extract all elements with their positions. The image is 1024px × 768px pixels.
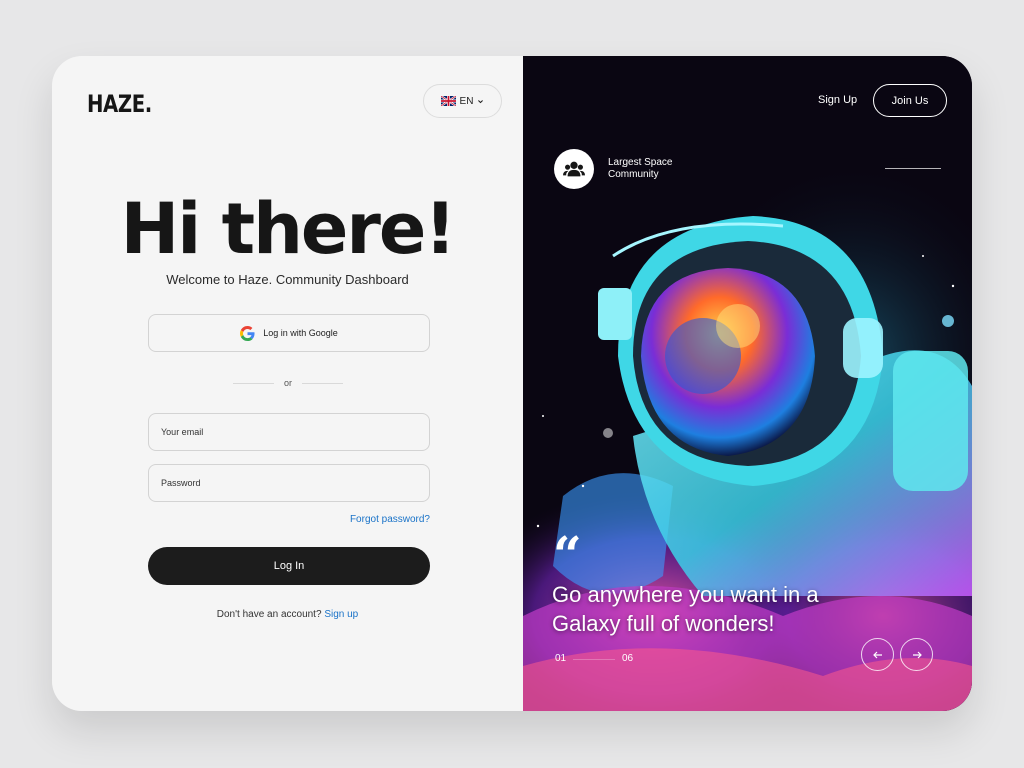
page-total: 06 bbox=[622, 653, 634, 664]
google-icon bbox=[240, 325, 255, 341]
page-progress-track bbox=[573, 659, 615, 660]
join-us-button[interactable]: Join Us bbox=[873, 84, 947, 117]
page-subtitle: Welcome to Haze. Community Dashboard bbox=[166, 272, 409, 287]
login-card: HAZE. EN Hi there! Welcome to Haze. Comm… bbox=[52, 56, 972, 711]
hero-panel: Sign Up Join Us Largest Space Community … bbox=[523, 56, 972, 711]
page-title: Hi there! bbox=[120, 188, 457, 270]
prev-slide-button[interactable] bbox=[861, 638, 894, 671]
language-selector[interactable]: EN bbox=[423, 84, 502, 118]
forgot-password-link[interactable]: Forgot password? bbox=[350, 514, 430, 525]
google-login-button[interactable]: Log in with Google bbox=[148, 314, 430, 352]
arrow-right-icon bbox=[912, 651, 922, 658]
email-field[interactable] bbox=[148, 413, 430, 451]
uk-flag-icon bbox=[440, 96, 456, 106]
slide-indicator-line bbox=[885, 168, 941, 169]
chevron-down-icon bbox=[478, 99, 484, 103]
users-icon bbox=[563, 161, 585, 177]
divider-line bbox=[302, 382, 344, 384]
arrow-left-icon bbox=[872, 651, 882, 658]
login-button[interactable]: Log In bbox=[148, 547, 430, 585]
quote-mark: “ bbox=[553, 525, 582, 584]
signup-link[interactable]: Sign up bbox=[324, 609, 358, 620]
login-panel: HAZE. EN Hi there! Welcome to Haze. Comm… bbox=[52, 56, 523, 711]
page-current: 01 bbox=[555, 653, 567, 664]
no-account-text: Don't have an account? bbox=[216, 609, 322, 620]
divider-text: or bbox=[284, 378, 293, 388]
nav-signup-link[interactable]: Sign Up bbox=[818, 94, 857, 106]
brand-logo[interactable]: HAZE. bbox=[87, 90, 152, 118]
signup-prompt: Don't have an account? Sign up bbox=[52, 609, 523, 620]
community-label: Largest Space Community bbox=[608, 157, 673, 180]
google-login-label: Log in with Google bbox=[263, 328, 338, 338]
community-icon bbox=[554, 149, 594, 189]
next-slide-button[interactable] bbox=[900, 638, 933, 671]
language-code: EN bbox=[459, 95, 474, 107]
divider-line bbox=[233, 382, 274, 384]
password-field[interactable] bbox=[148, 464, 430, 502]
hero-quote: Go anywhere you want in a Galaxy full of… bbox=[552, 582, 819, 636]
or-divider: or bbox=[233, 376, 344, 390]
